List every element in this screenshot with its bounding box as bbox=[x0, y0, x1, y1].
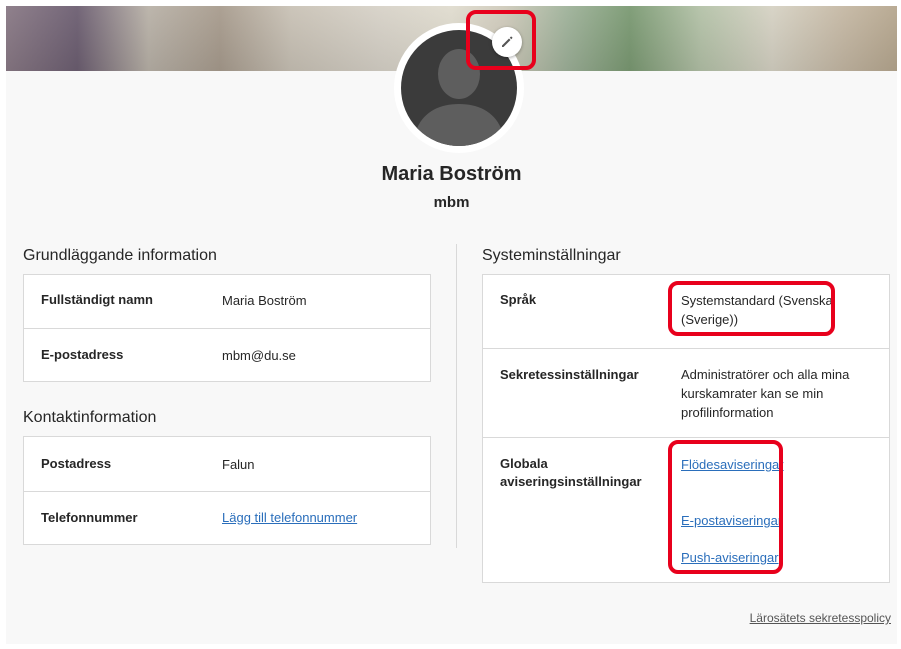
profile-username: mbm bbox=[433, 194, 470, 211]
add-phone-link[interactable]: Lägg till telefonnummer bbox=[222, 509, 357, 527]
language-row: Språk Systemstandard (Svenska (Sverige)) bbox=[483, 275, 889, 349]
email-label: E-postadress bbox=[41, 347, 124, 362]
contact-info-row: Telefonnummer Lägg till telefonnummer bbox=[24, 492, 430, 545]
email-value: mbm@du.se bbox=[222, 348, 296, 363]
profile-name: Maria Boström bbox=[381, 163, 522, 185]
phone-label: Telefonnummer bbox=[41, 510, 138, 525]
notifications-label: Globala aviseringsinställningar bbox=[500, 456, 642, 489]
push-notifications-link[interactable]: Push-aviseringar bbox=[681, 549, 779, 567]
profile-page: Maria Boström mbm Grundläggande informat… bbox=[6, 6, 897, 644]
basic-info-title: Grundläggande information bbox=[23, 247, 217, 264]
column-divider bbox=[456, 244, 457, 548]
basic-info-panel: Fullständigt namn Maria Boström E-postad… bbox=[23, 274, 431, 382]
postal-address-label: Postadress bbox=[41, 456, 112, 471]
feed-notifications-link[interactable]: Flödesaviseringar bbox=[681, 456, 784, 474]
privacy-label: Sekretessinställningar bbox=[500, 367, 639, 382]
privacy-row: Sekretessinställningar Administratörer o… bbox=[483, 349, 889, 438]
contact-info-row: Postadress Falun bbox=[24, 437, 430, 492]
contact-info-panel: Postadress Falun Telefonnummer Lägg till… bbox=[23, 436, 431, 545]
full-name-label: Fullständigt namn bbox=[41, 292, 153, 307]
full-name-value: Maria Boström bbox=[222, 293, 307, 308]
privacy-policy-link[interactable]: Lärosätets sekretesspolicy bbox=[750, 611, 891, 625]
notifications-row: Globala aviseringsinställningar Flödesav… bbox=[483, 438, 889, 583]
system-settings-panel: Språk Systemstandard (Svenska (Sverige))… bbox=[482, 274, 890, 583]
system-settings-title: Systeminställningar bbox=[482, 247, 621, 264]
contact-info-title: Kontaktinformation bbox=[23, 409, 157, 426]
pencil-icon bbox=[502, 36, 513, 47]
edit-avatar-button[interactable] bbox=[492, 27, 522, 57]
language-label: Språk bbox=[500, 292, 537, 307]
basic-info-row: E-postadress mbm@du.se bbox=[24, 329, 430, 382]
email-notifications-link[interactable]: E-postaviseringar bbox=[681, 512, 782, 530]
basic-info-row: Fullständigt namn Maria Boström bbox=[24, 275, 430, 329]
privacy-value[interactable]: Administratörer och alla mina kurskamrat… bbox=[681, 365, 871, 422]
language-value[interactable]: Systemstandard (Svenska (Sverige)) bbox=[681, 291, 841, 329]
postal-address-value: Falun bbox=[222, 457, 255, 472]
